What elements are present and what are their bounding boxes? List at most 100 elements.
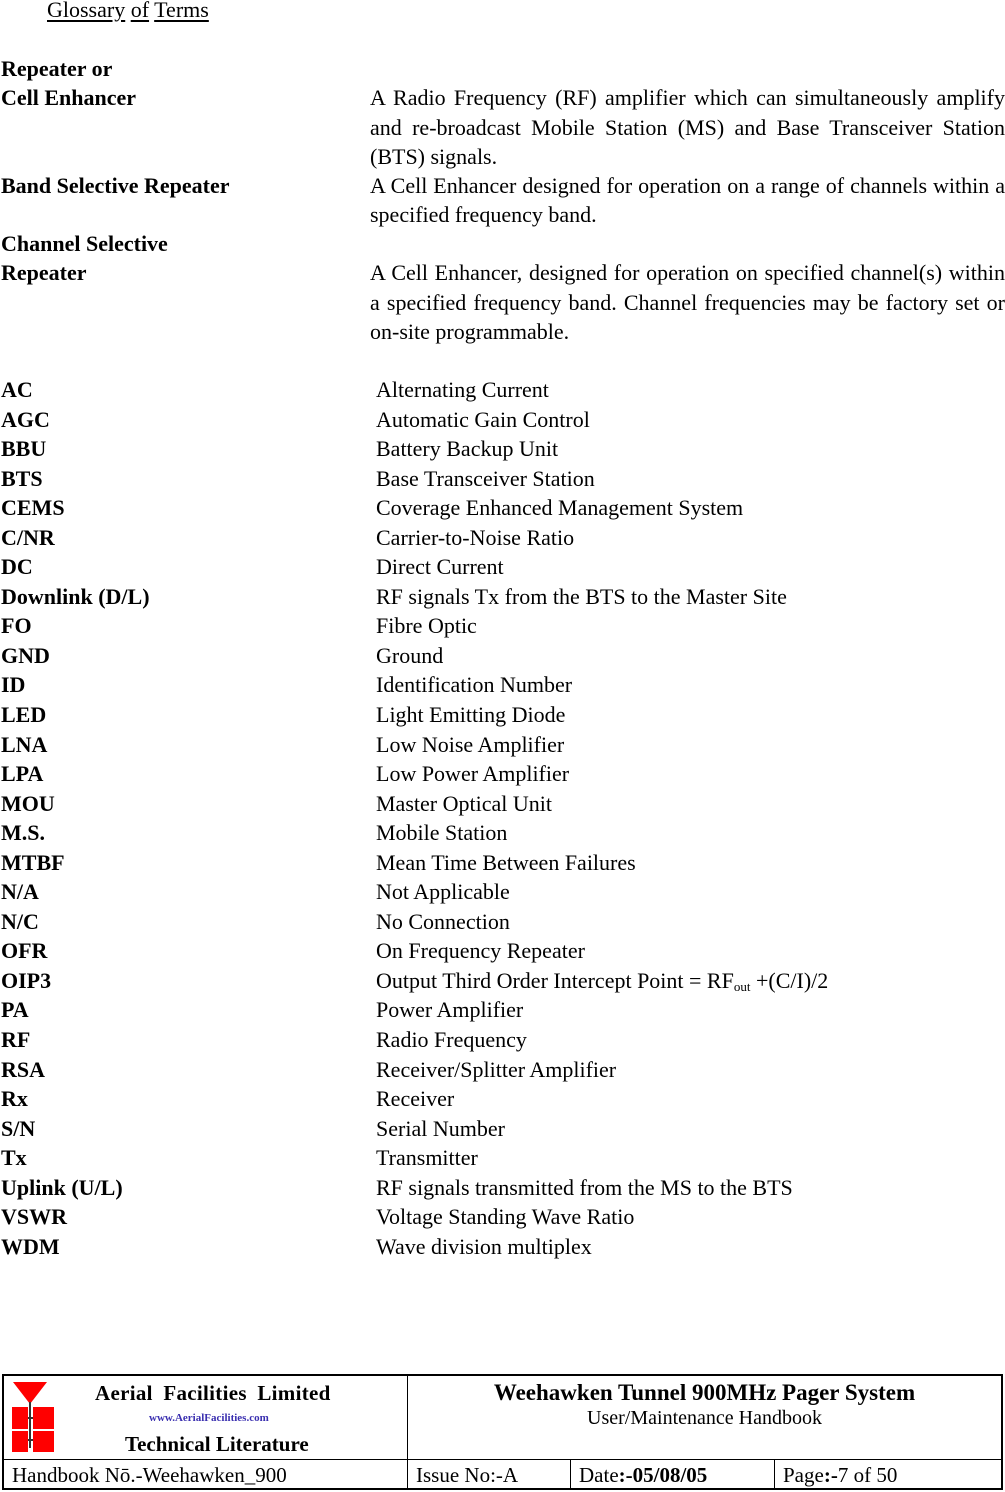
definition-text: Mobile Station <box>376 820 508 846</box>
abbreviation-row: M.S. Mobile Station <box>0 818 1005 848</box>
definition-text: Voltage Standing Wave Ratio <box>376 1204 635 1230</box>
page-number: Page:-7 of 50 <box>775 1460 1001 1490</box>
definition-text: Identification Number <box>376 672 573 698</box>
issue-number: Issue No:-A <box>408 1460 571 1490</box>
abbreviation-term: DC <box>1 554 33 580</box>
abbreviation-definition: Battery Backup Unit <box>376 434 558 464</box>
abbreviation-definition: On Frequency Repeater <box>376 936 585 966</box>
abbreviation-row: MTBF Mean Time Between Failures <box>0 848 1005 878</box>
definition-text: Ground <box>376 642 444 668</box>
definition-term: Repeater <box>1 260 87 286</box>
abbreviation-row: LPA Low Power Amplifier <box>0 759 1005 789</box>
abbreviation-row: LNA Low Noise Amplifier <box>0 730 1005 760</box>
company-logo-block: Aerial Facilities Limited www.AerialFaci… <box>4 1376 408 1460</box>
abbreviation-term: BTS <box>1 465 43 491</box>
abbreviation-row: Downlink (D/L) RF signals Tx from the BTS… <box>0 582 1005 612</box>
abbreviation-term: MTBF <box>1 849 65 875</box>
abbreviation-row: Rx Receiver <box>0 1084 1005 1114</box>
definition-text: A Radio Frequency (RF) amplifier which c… <box>370 85 1005 169</box>
definition-text: Transmitter <box>376 1145 478 1171</box>
definition-text: RF signals transmitted from the MS to th… <box>376 1174 793 1200</box>
abbreviation-row: Tx Transmitter <box>0 1143 1005 1173</box>
definition-text: A Cell Enhancer designed for operation o… <box>370 173 1005 228</box>
handbook-number: Handbook Nō.-Weehawken_900 <box>4 1460 408 1490</box>
abbreviation-row: ID Identification Number <box>0 670 1005 700</box>
abbreviation-definition: Mobile Station <box>376 818 507 848</box>
abbreviation-row: AC Alternating Current <box>0 375 1005 405</box>
definition-text: Automatic Gain Control <box>376 406 590 432</box>
abbreviation-term: OFR <box>1 938 48 964</box>
page-label: Page <box>783 1463 824 1487</box>
abbreviation-definition: Power Amplifier <box>376 995 523 1025</box>
definition-text: No Connection <box>376 908 510 934</box>
definition-text: Receiver <box>376 1086 455 1112</box>
abbreviation-term: RSA <box>1 1056 46 1082</box>
definition-text: Direct Current <box>376 554 504 580</box>
abbreviation-definition: Light Emitting Diode <box>376 700 565 730</box>
abbreviation-definition: Wave division multiplex <box>376 1232 592 1262</box>
abbreviation-term: OIP3 <box>1 967 52 993</box>
abbreviation-row: N/A Not Applicable <box>0 877 1005 907</box>
abbreviation-definition: Radio Frequency <box>376 1025 527 1055</box>
abbreviation-row: RSA Receiver/Splitter Amplifier <box>0 1055 1005 1085</box>
title-word: Terms <box>154 0 209 22</box>
abbreviation-row: GND Ground <box>0 641 1005 671</box>
page-count: 7 of 50 <box>837 1463 898 1487</box>
definition-text: RF signals Tx from the BTS to the Master… <box>376 583 787 609</box>
definition-text: Not Applicable <box>376 879 510 905</box>
page-title: Glossary of Terms <box>47 0 209 23</box>
abbreviation-term: Uplink (U/L) <box>1 1174 123 1200</box>
abbreviation-row: AGC Automatic Gain Control <box>0 405 1005 435</box>
antenna-logo-icon <box>12 1382 54 1452</box>
definition-text: On Frequency Repeater <box>376 938 585 964</box>
definition-text: Master Optical Unit <box>376 790 552 816</box>
definition-text: Alternating Current <box>376 377 549 402</box>
definition-text: Low Noise Amplifier <box>376 731 565 757</box>
definition-term: Repeater or <box>1 56 113 81</box>
abbreviation-term: N/C <box>1 908 39 934</box>
abbreviation-term: Rx <box>1 1086 28 1112</box>
definition-text: Serial Number <box>376 1115 505 1141</box>
abbreviation-term: MOU <box>1 790 55 816</box>
definition-text: A Cell Enhancer, designed for operation … <box>370 260 1005 344</box>
definition-term: Band Selective Repeater <box>1 173 230 198</box>
abbreviation-definition: RF signals transmitted from the MS to th… <box>376 1173 793 1203</box>
abbreviation-term: RF <box>1 1027 31 1053</box>
document-footer: Aerial Facilities Limited www.AerialFaci… <box>2 1374 1003 1490</box>
definition-text: Carrier-to-Noise Ratio <box>376 524 575 550</box>
company-url: www.AerialFacilities.com <box>149 1412 269 1424</box>
abbreviation-row: WDM Wave division multiplex <box>0 1232 1005 1262</box>
abbreviation-row: VSWR Voltage Standing Wave Ratio <box>0 1202 1005 1232</box>
abbreviation-row: FO Fibre Optic <box>0 611 1005 641</box>
date-label: Date <box>579 1463 619 1487</box>
company-tagline: Technical Literature <box>125 1432 309 1456</box>
definition-subscript: out <box>733 978 751 994</box>
definition-text: Radio Frequency <box>376 1027 527 1053</box>
page-separator: :- <box>823 1463 838 1487</box>
abbreviation-definition: Receiver <box>376 1084 454 1114</box>
abbreviation-definition: Serial Number <box>376 1114 505 1144</box>
abbreviation-definition: Identification Number <box>376 670 572 700</box>
abbreviation-row: OIP3 Output Third Order Intercept Point =… <box>0 966 1005 996</box>
abbreviation-definition: Automatic Gain Control <box>376 405 590 435</box>
abbreviation-definition: No Connection <box>376 907 510 937</box>
abbreviation-term: VSWR <box>1 1204 68 1230</box>
abbreviation-row: BTS Base Transceiver Station <box>0 464 1005 494</box>
definition-text: Mean Time Between Failures <box>376 849 636 875</box>
abbreviation-definition: Voltage Standing Wave Ratio <box>376 1202 634 1232</box>
handbook-subtitle: User/Maintenance Handbook <box>587 1407 822 1429</box>
abbreviation-row: LED Light Emitting Diode <box>0 700 1005 730</box>
abbreviation-term: LED <box>1 702 47 728</box>
abbreviation-list: AC Alternating Current AGC Automatic Gain C… <box>0 375 1005 1261</box>
abbreviation-definition: Ground <box>376 641 443 671</box>
abbreviation-row: Uplink (U/L) RF signals transmitted from … <box>0 1173 1005 1203</box>
abbreviation-row: C/NR Carrier-to-Noise Ratio <box>0 523 1005 553</box>
abbreviation-term: AGC <box>1 406 50 432</box>
abbreviation-row: DC Direct Current <box>0 552 1005 582</box>
abbreviation-definition: Fibre Optic <box>376 611 477 641</box>
abbreviation-row: N/C No Connection <box>0 907 1005 937</box>
definition-text: Battery Backup Unit <box>376 436 559 462</box>
abbreviation-definition: Receiver/Splitter Amplifier <box>376 1055 616 1085</box>
definition-text: Coverage Enhanced Management System <box>376 495 744 521</box>
abbreviation-definition: Coverage Enhanced Management System <box>376 493 743 523</box>
